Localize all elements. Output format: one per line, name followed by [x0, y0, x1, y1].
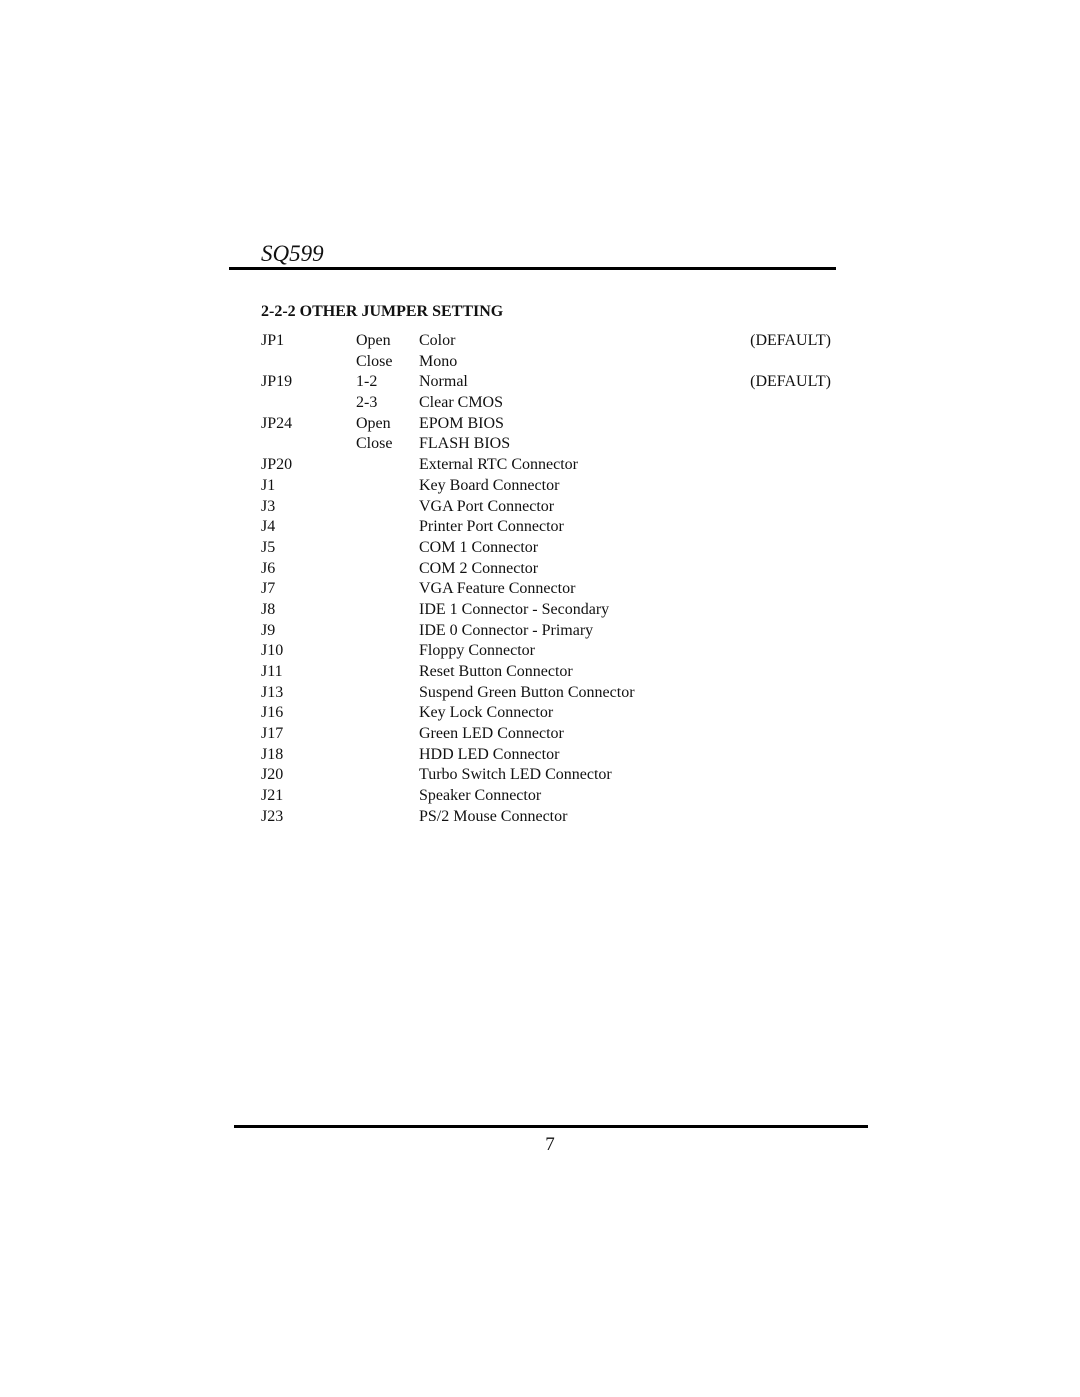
jumper-description: COM 2 Connector: [419, 559, 539, 577]
jumper-setting: 2-3: [356, 394, 378, 412]
jumper-description: EPOM BIOS: [419, 414, 504, 432]
default-note: (DEFAULT): [750, 373, 831, 391]
jumper-id: J17: [261, 725, 284, 743]
jumper-id: J16: [261, 704, 284, 722]
table-row: J10 Floppy Connector: [261, 641, 831, 662]
jumper-id: J1: [261, 476, 276, 494]
table-row: J23 PS/2 Mouse Connector: [261, 807, 831, 828]
table-row: J13 Suspend Green Button Connector: [261, 683, 831, 704]
jumper-id: J7: [261, 580, 276, 598]
header-divider: [229, 267, 836, 270]
jumper-description: Turbo Switch LED Connector: [419, 766, 612, 784]
jumper-description: External RTC Connector: [419, 456, 578, 474]
table-row: J6 COM 2 Connector: [261, 559, 831, 580]
table-row: J18 HDD LED Connector: [261, 745, 831, 766]
jumper-id: J23: [261, 807, 284, 825]
jumper-description: Key Board Connector: [419, 476, 560, 494]
table-row: JP19 1-2 Normal (DEFAULT): [261, 372, 831, 393]
jumper-setting: Close: [356, 435, 393, 453]
jumper-id: J9: [261, 621, 276, 639]
jumper-description: Floppy Connector: [419, 642, 535, 660]
jumper-description: Suspend Green Button Connector: [419, 683, 635, 701]
jumper-id: JP1: [261, 332, 285, 349]
table-row: J3 VGA Port Connector: [261, 497, 831, 518]
jumper-table: JP1 Open Color (DEFAULT) Close Mono JP19 1-2 Nor…: [261, 331, 831, 828]
jumper-id: JP24: [261, 414, 293, 432]
table-row: J11 Reset Button Connector: [261, 662, 831, 683]
jumper-id: J8: [261, 600, 276, 618]
table-row: J4 Printer Port Connector: [261, 517, 831, 538]
jumper-id: J18: [261, 745, 284, 763]
jumper-setting: Open: [356, 414, 391, 432]
jumper-description: Clear CMOS: [419, 394, 503, 412]
jumper-description: PS/2 Mouse Connector: [419, 807, 568, 825]
jumper-id: JP19: [261, 373, 293, 391]
jumper-description: IDE 1 Connector - Secondary: [419, 600, 610, 618]
jumper-id: J13: [261, 683, 284, 701]
jumper-description: HDD LED Connector: [419, 745, 560, 763]
section-heading: 2-2-2 OTHER JUMPER SETTING: [261, 303, 504, 320]
jumper-id: J20: [261, 766, 284, 784]
table-row: Close Mono: [261, 352, 831, 373]
jumper-setting: Close: [356, 352, 393, 370]
jumper-description: VGA Port Connector: [419, 497, 555, 515]
table-row: J17 Green LED Connector: [261, 724, 831, 745]
table-row: J1 Key Board Connector: [261, 476, 831, 497]
jumper-description: Reset Button Connector: [419, 663, 573, 680]
table-row: 2-3 Clear CMOS: [261, 393, 831, 414]
jumper-id: J6: [261, 559, 276, 577]
jumper-id: J11: [261, 663, 283, 680]
table-row: Close FLASH BIOS: [261, 434, 831, 455]
jumper-setting: 1-2: [356, 373, 378, 391]
default-note: (DEFAULT): [750, 332, 831, 349]
jumper-description: Key Lock Connector: [419, 704, 554, 722]
table-row: JP1 Open Color (DEFAULT): [261, 331, 831, 352]
table-row: J5 COM 1 Connector: [261, 538, 831, 559]
jumper-id: J5: [261, 538, 276, 556]
document-header-title: SQ599: [261, 241, 324, 266]
jumper-description: IDE 0 Connector - Primary: [419, 621, 594, 639]
table-row: J7 VGA Feature Connector: [261, 579, 831, 600]
jumper-id: J3: [261, 497, 276, 515]
table-row: J16 Key Lock Connector: [261, 703, 831, 724]
page-number: 7: [545, 1134, 555, 1155]
footer-divider: [234, 1125, 868, 1128]
table-row: JP20 External RTC Connector: [261, 455, 831, 476]
table-row: J21 Speaker Connector: [261, 786, 831, 807]
jumper-description: Printer Port Connector: [419, 518, 564, 536]
jumper-description: FLASH BIOS: [419, 435, 511, 453]
jumper-setting: Open: [356, 332, 391, 349]
jumper-id: JP20: [261, 456, 293, 474]
jumper-description: COM 1 Connector: [419, 538, 539, 556]
jumper-id: J10: [261, 642, 284, 660]
jumper-id: J4: [261, 518, 276, 536]
table-row: J8 IDE 1 Connector - Secondary: [261, 600, 831, 621]
jumper-id: J21: [261, 787, 284, 805]
jumper-description: Normal: [419, 373, 468, 391]
table-row: J9 IDE 0 Connector - Primary: [261, 621, 831, 642]
jumper-description: Speaker Connector: [419, 787, 542, 805]
table-row: J20 Turbo Switch LED Connector: [261, 765, 831, 786]
jumper-description: Mono: [419, 352, 458, 370]
jumper-description: Green LED Connector: [419, 725, 564, 743]
table-row: JP24 Open EPOM BIOS: [261, 414, 831, 435]
jumper-description: VGA Feature Connector: [419, 580, 576, 598]
jumper-description: Color: [419, 332, 456, 349]
